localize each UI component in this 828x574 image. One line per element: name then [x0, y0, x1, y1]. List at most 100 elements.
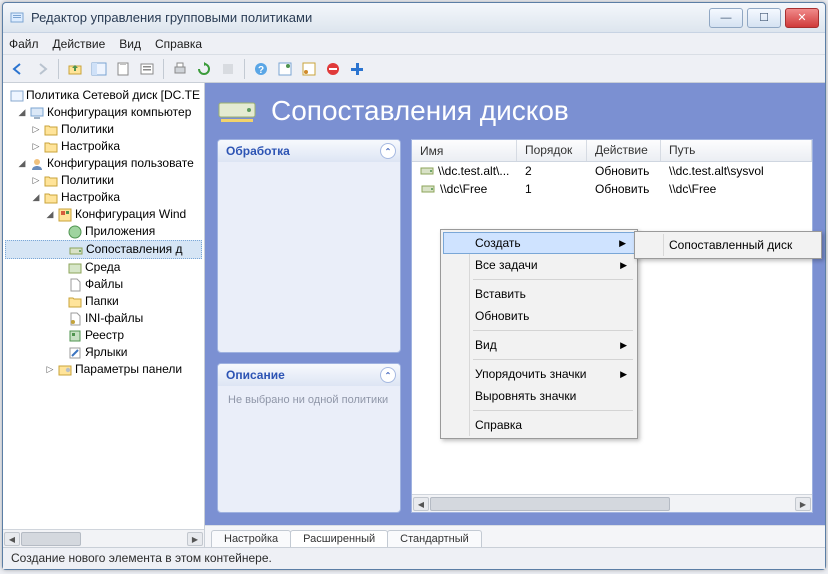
- policy-icon: [10, 88, 24, 104]
- user-icon: [29, 156, 45, 172]
- tool-extra1-button[interactable]: [274, 58, 296, 80]
- col-action[interactable]: Действие: [587, 140, 661, 161]
- titlebar: Редактор управления групповыми политикам…: [3, 3, 825, 33]
- context-menu: Создать▶ Сопоставленный диск Все задачи▶…: [440, 229, 638, 439]
- tree-comp-settings[interactable]: Настройка: [61, 138, 120, 155]
- policy-tree[interactable]: Политика Сетевой диск [DC.TE ◢Конфигурац…: [3, 83, 204, 529]
- collapse-icon[interactable]: ⌃: [380, 367, 396, 383]
- refresh-button[interactable]: [193, 58, 215, 80]
- computer-icon: [29, 105, 45, 121]
- tab-standard[interactable]: Стандартный: [387, 530, 482, 547]
- ctx-refresh[interactable]: Обновить: [443, 305, 635, 327]
- apps-icon: [67, 224, 83, 240]
- ctx-create[interactable]: Создать▶ Сопоставленный диск: [443, 232, 635, 254]
- ctx-arrange[interactable]: Упорядочить значки▶: [443, 363, 635, 385]
- list-header: Имя Порядок Действие Путь: [412, 140, 812, 162]
- tree-comp-policies[interactable]: Политики: [61, 121, 114, 138]
- folder-icon: [43, 122, 59, 138]
- help-button[interactable]: ?: [250, 58, 272, 80]
- description-text: Не выбрано ни одной политики: [218, 386, 400, 512]
- tree-registry[interactable]: Реестр: [85, 327, 124, 344]
- processing-header: Обработка: [226, 144, 290, 158]
- folders-icon: [67, 294, 83, 310]
- menu-view[interactable]: Вид: [119, 37, 141, 51]
- col-name[interactable]: Имя: [412, 140, 517, 161]
- list-item[interactable]: \\dc\Free 1 Обновить \\dc\Free: [412, 180, 812, 198]
- drive-item-icon: [420, 181, 436, 197]
- tree-shortcuts[interactable]: Ярлыки: [85, 344, 128, 361]
- ctx-view[interactable]: Вид▶: [443, 334, 635, 356]
- folder-icon: [43, 139, 59, 155]
- description-header: Описание: [226, 368, 285, 382]
- app-window: Редактор управления групповыми политикам…: [2, 2, 826, 570]
- processing-panel: Обработка ⌃: [217, 139, 401, 353]
- tree-user-config[interactable]: Конфигурация пользовате: [47, 155, 194, 172]
- list-item[interactable]: \\dc.test.alt\... 2 Обновить \\dc.test.a…: [412, 162, 812, 180]
- window-title: Редактор управления групповыми политикам…: [31, 10, 709, 25]
- maximize-button[interactable]: ☐: [747, 8, 781, 28]
- ctx-align[interactable]: Выровнять значки: [443, 385, 635, 407]
- collapse-icon[interactable]: ⌃: [380, 143, 396, 159]
- description-panel: Описание ⌃ Не выбрано ни одной политики: [217, 363, 401, 513]
- tree-folders[interactable]: Папки: [85, 293, 119, 310]
- delete-button[interactable]: [322, 58, 344, 80]
- ctx-create-mapped-drive[interactable]: Сопоставленный диск: [637, 234, 819, 256]
- tab-extended[interactable]: Расширенный: [290, 530, 388, 547]
- tabstrip: Настройка Расширенный Стандартный: [205, 525, 825, 547]
- folder-icon: [43, 190, 59, 206]
- ctx-paste[interactable]: Вставить: [443, 283, 635, 305]
- ctx-all-tasks[interactable]: Все задачи▶: [443, 254, 635, 276]
- tree-ini[interactable]: INI-файлы: [85, 310, 143, 327]
- tree-user-settings[interactable]: Настройка: [61, 189, 120, 206]
- tree-files[interactable]: Файлы: [85, 276, 123, 293]
- tree-root[interactable]: Политика Сетевой диск [DC.TE: [26, 87, 200, 104]
- menubar: Файл Действие Вид Справка: [3, 33, 825, 55]
- menu-file[interactable]: Файл: [9, 37, 39, 51]
- ini-icon: [67, 311, 83, 327]
- tree-hscrollbar[interactable]: ◀ ▶: [3, 529, 204, 547]
- col-order[interactable]: Порядок: [517, 140, 587, 161]
- print-button[interactable]: [169, 58, 191, 80]
- tree-user-policies[interactable]: Политики: [61, 172, 114, 189]
- folder-up-button[interactable]: [64, 58, 86, 80]
- menu-help[interactable]: Справка: [155, 37, 202, 51]
- add-button[interactable]: [346, 58, 368, 80]
- minimize-button[interactable]: —: [709, 8, 743, 28]
- tool-extra2-button[interactable]: [298, 58, 320, 80]
- statusbar: Создание нового элемента в этом контейне…: [3, 547, 825, 569]
- col-path[interactable]: Путь: [661, 140, 812, 161]
- tree-win-config[interactable]: Конфигурация Wind: [75, 206, 186, 223]
- drive-map-icon: [68, 242, 84, 258]
- drive-big-icon: [217, 95, 257, 127]
- close-button[interactable]: ✕: [785, 8, 819, 28]
- tree-drive-map[interactable]: Сопоставления д: [86, 241, 183, 258]
- tree-comp-config[interactable]: Конфигурация компьютер: [47, 104, 191, 121]
- tree-apps[interactable]: Приложения: [85, 223, 155, 240]
- tree-env[interactable]: Среда: [85, 259, 120, 276]
- list-hscrollbar[interactable]: ◀ ▶: [412, 494, 812, 512]
- env-icon: [67, 260, 83, 276]
- windows-settings-icon: [57, 207, 73, 223]
- registry-icon: [67, 328, 83, 344]
- forward-button[interactable]: [31, 58, 53, 80]
- stop-disabled-button: [217, 58, 239, 80]
- page-title: Сопоставления дисков: [271, 95, 569, 127]
- toolbar: ?: [3, 55, 825, 83]
- shortcuts-icon: [67, 345, 83, 361]
- create-submenu: Сопоставленный диск: [634, 231, 822, 259]
- clipboard-button[interactable]: [112, 58, 134, 80]
- ctx-help[interactable]: Справка: [443, 414, 635, 436]
- tab-settings[interactable]: Настройка: [211, 530, 291, 547]
- tree-pane: Политика Сетевой диск [DC.TE ◢Конфигурац…: [3, 83, 205, 547]
- show-tree-button[interactable]: [88, 58, 110, 80]
- tree-ctrl-params[interactable]: Параметры панели: [75, 361, 182, 378]
- menu-action[interactable]: Действие: [53, 37, 106, 51]
- folder-icon: [43, 173, 59, 189]
- properties-button[interactable]: [136, 58, 158, 80]
- back-button[interactable]: [7, 58, 29, 80]
- drive-item-icon: [420, 163, 434, 179]
- files-icon: [67, 277, 83, 293]
- app-icon: [9, 10, 25, 26]
- control-panel-icon: [57, 362, 73, 378]
- svg-text:?: ?: [258, 65, 264, 76]
